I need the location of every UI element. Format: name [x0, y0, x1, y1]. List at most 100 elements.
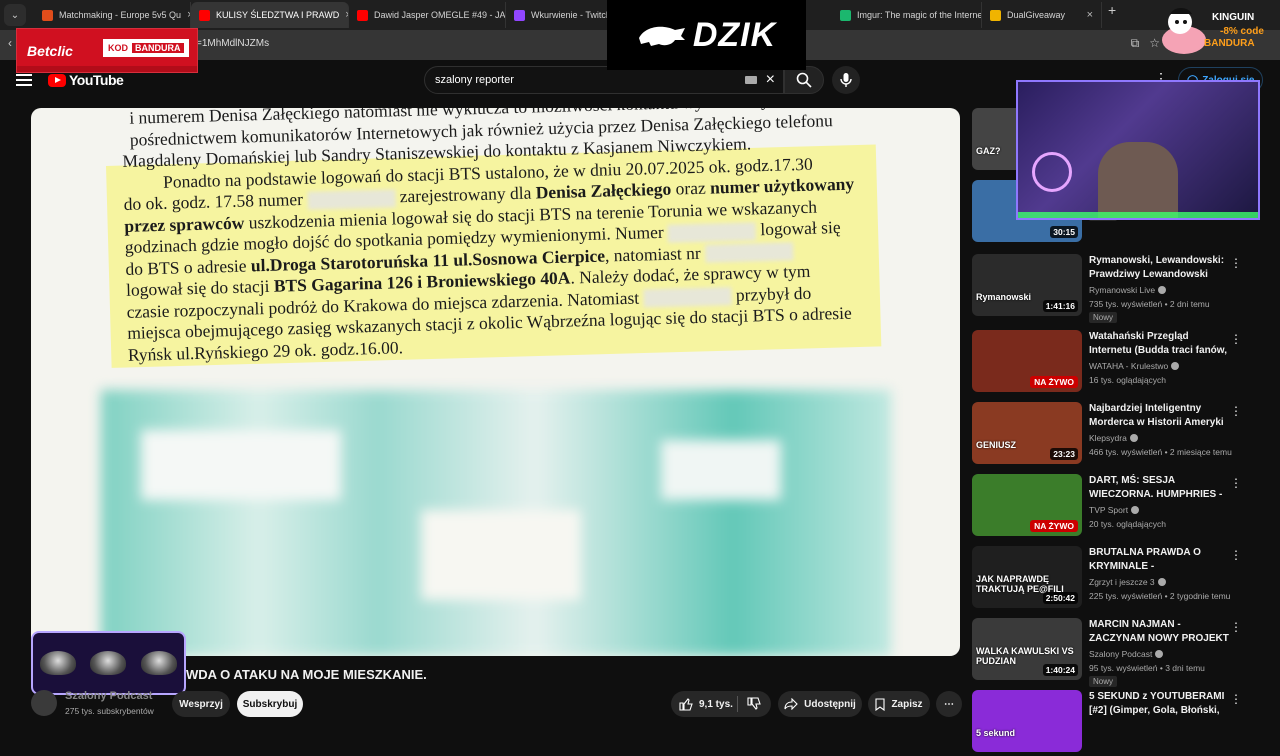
recommended-video-title[interactable]: Najbardziej Inteligentny Morderca w Hist… — [1089, 402, 1229, 429]
more-actions-button[interactable]: ⋯ — [936, 691, 962, 717]
recommended-channel-name[interactable]: Rymanowski Live — [1089, 285, 1167, 295]
browser-tab[interactable]: DualGiveaway × — [982, 2, 1102, 28]
recommended-video[interactable]: WALKA KAWULSKI VS PUDZIAN 1:40:24 MARCIN N… — [972, 618, 1262, 687]
mascot-icon — [90, 651, 127, 675]
like-count[interactable]: 9,1 tys. — [699, 699, 733, 710]
video-menu-icon[interactable]: ⋮ — [1230, 256, 1242, 270]
streamer-webcam — [1016, 80, 1260, 220]
kinguin-promo-code: BANDURA — [1204, 38, 1255, 49]
search-icon — [796, 72, 812, 88]
recommended-video[interactable]: 5 sekund 5 SEKUND z YOUTUBERAMI [#2] (Gim… — [972, 690, 1262, 756]
close-tab-icon[interactable]: × — [1087, 9, 1093, 21]
youtube-logo[interactable]: YouTube — [48, 72, 124, 88]
recommended-video-title[interactable]: DART, MŚ: SESJA WIECZORNA. HUMPHRIES - C… — [1089, 474, 1229, 501]
recommended-channel-name[interactable]: Szalony Podcast — [1089, 649, 1164, 659]
document-bold-text: Denisa Załęckiego — [535, 178, 672, 203]
piggy-mascot-icon — [1162, 8, 1206, 54]
tab-favicon-icon — [199, 9, 210, 21]
new-badge: Nowy — [1089, 312, 1118, 323]
recommended-video-title[interactable]: Rymanowski, Lewandowski: Prawdziwy Lewan… — [1089, 254, 1229, 281]
share-icon — [784, 698, 798, 710]
bookmark-icon — [875, 697, 885, 711]
browser-tab[interactable]: Wkurwienie - Twitch× — [506, 2, 616, 28]
browser-tab[interactable]: Imgur: The magic of the Interne× — [832, 2, 982, 28]
video-menu-icon[interactable]: ⋮ — [1230, 332, 1242, 346]
video-duration: 1:41:16 — [1042, 300, 1078, 312]
video-player[interactable]: i numerem Denisa Załęckiego natomiast ni… — [31, 108, 960, 656]
redacted-number — [704, 242, 794, 264]
like-icon[interactable] — [679, 697, 693, 711]
browser-tab[interactable]: Dawid Jasper OMEGLE #49 - JA× — [349, 2, 506, 28]
tab-title: Imgur: The magic of the Interne — [857, 10, 982, 20]
channel-name[interactable]: Szalony Podcast — [65, 690, 152, 702]
video-menu-icon[interactable]: ⋮ — [1230, 548, 1242, 562]
video-menu-icon[interactable]: ⋮ — [1230, 476, 1242, 490]
video-thumbnail[interactable]: WALKA KAWULSKI VS PUDZIAN 1:40:24 — [972, 618, 1082, 680]
verified-icon — [1157, 578, 1166, 586]
video-duration: 30:15 — [1050, 226, 1078, 238]
recommended-channel-name[interactable]: TVP Sport — [1089, 505, 1140, 515]
recommended-video[interactable]: GENIUSZ 23:23 Najbardziej Inteligentny Mor… — [972, 402, 1262, 468]
search-input[interactable]: szalony reporter — [435, 74, 514, 86]
share-button[interactable]: Udostępnij — [778, 691, 862, 717]
menu-icon[interactable] — [16, 74, 32, 86]
recommended-video-title[interactable]: Watahański Przegląd Internetu (Budda tra… — [1089, 330, 1229, 357]
video-thumbnail[interactable]: Rymanowski 1:41:16 — [972, 254, 1082, 316]
recommended-video[interactable]: NA ŻYWO DART, MŚ: SESJA WIECZORNA. HUMPHR… — [972, 474, 1262, 540]
support-button[interactable]: Wesprzyj — [172, 691, 230, 717]
install-app-icon[interactable]: ⧉ — [1131, 36, 1140, 51]
redacted-number — [643, 287, 732, 308]
browser-tab[interactable]: Matchmaking - Europe 5v5 Qu× — [34, 2, 191, 28]
recommended-video-title[interactable]: BRUTALNA PRAWDA O KRYMINALE - EKSPERYMEN… — [1089, 546, 1229, 573]
tab-search-button[interactable]: ⌄ — [4, 4, 26, 26]
verified-icon — [1131, 506, 1140, 514]
video-thumbnail[interactable]: NA ŻYWO — [972, 474, 1082, 536]
clear-search-icon[interactable]: × — [766, 71, 775, 89]
channel-avatar[interactable] — [31, 690, 57, 716]
recommended-channel-name[interactable]: WATAHA - Krulestwo — [1089, 361, 1180, 371]
recommended-channel-name[interactable]: Zgrzyt i jeszcze 3 — [1089, 577, 1166, 587]
like-divider — [737, 696, 738, 712]
document-text-run: logował się — [755, 216, 841, 240]
video-duration: 1:40:24 — [1042, 664, 1078, 676]
video-title: WDA O ATAKU NA MOJE MIESZKANIE. — [186, 667, 427, 682]
tab-title: KULISY ŚLEDZTWA I PRAWD — [216, 10, 340, 20]
new-tab-icon[interactable]: + — [1108, 2, 1116, 28]
url-field[interactable]: =1MhMdlNJZMs — [196, 38, 269, 49]
recommended-video-title[interactable]: MARCIN NAJMAN - ZACZYNAM NOWY PROJEKT ..… — [1089, 618, 1229, 645]
mascot-icon — [140, 651, 177, 675]
verified-icon — [1171, 362, 1180, 370]
channel-name-text: Zgrzyt i jeszcze 3 — [1089, 577, 1155, 587]
kinguin-promo-discount: -8% code — [1220, 26, 1264, 37]
recommended-video[interactable]: NA ŻYWO Watahański Przegląd Internetu (Bu… — [972, 330, 1262, 396]
video-menu-icon[interactable]: ⋮ — [1230, 404, 1242, 418]
recommended-channel-name[interactable]: Klepsydra — [1089, 433, 1138, 443]
browser-tab[interactable]: KULISY ŚLEDZTWA I PRAWD× — [191, 2, 349, 28]
recommended-video-meta: 95 tys. wyświetleń • 3 dni temu — [1089, 663, 1205, 673]
subscribe-button[interactable]: Subskrybuj — [237, 691, 303, 717]
search-box[interactable]: szalony reporter × — [424, 66, 784, 94]
search-button[interactable] — [784, 66, 824, 94]
recommended-video[interactable]: Rymanowski 1:41:16 Rymanowski, Lewandowski… — [972, 254, 1262, 323]
recommended-video[interactable]: JAK NAPRAWDĘ TRAKTUJĄ PE@FILI 2:50:42 BRUT… — [972, 546, 1262, 612]
dislike-icon[interactable] — [747, 697, 761, 711]
recommended-video-title[interactable]: 5 SEKUND z YOUTUBERAMI [#2] (Gimper, Gol… — [1089, 690, 1229, 717]
keyboard-icon[interactable] — [745, 76, 757, 84]
like-dislike-group: 9,1 tys. — [671, 691, 771, 717]
new-badge: Nowy — [1089, 676, 1118, 687]
promo-code-label: KOD — [108, 43, 128, 53]
save-button[interactable]: Zapisz — [868, 691, 930, 717]
video-thumbnail[interactable]: NA ŻYWO — [972, 330, 1082, 392]
video-menu-icon[interactable]: ⋮ — [1230, 692, 1242, 706]
video-menu-icon[interactable]: ⋮ — [1230, 620, 1242, 634]
voice-search-button[interactable] — [832, 66, 860, 94]
video-thumbnail[interactable]: JAK NAPRAWDĘ TRAKTUJĄ PE@FILI 2:50:42 — [972, 546, 1082, 608]
address-bar-actions: ⧉ ☆ — [1131, 36, 1160, 51]
streamer-person — [1098, 142, 1178, 218]
video-thumbnail[interactable]: GENIUSZ 23:23 — [972, 402, 1082, 464]
back-icon[interactable]: ‹ — [8, 36, 12, 50]
promo-code-badge: KOD BANDURA — [103, 39, 189, 57]
document-text-run: zarejestrowany dla — [395, 182, 536, 207]
document-text-run: przybył do — [731, 282, 812, 305]
video-thumbnail[interactable]: 5 sekund — [972, 690, 1082, 752]
